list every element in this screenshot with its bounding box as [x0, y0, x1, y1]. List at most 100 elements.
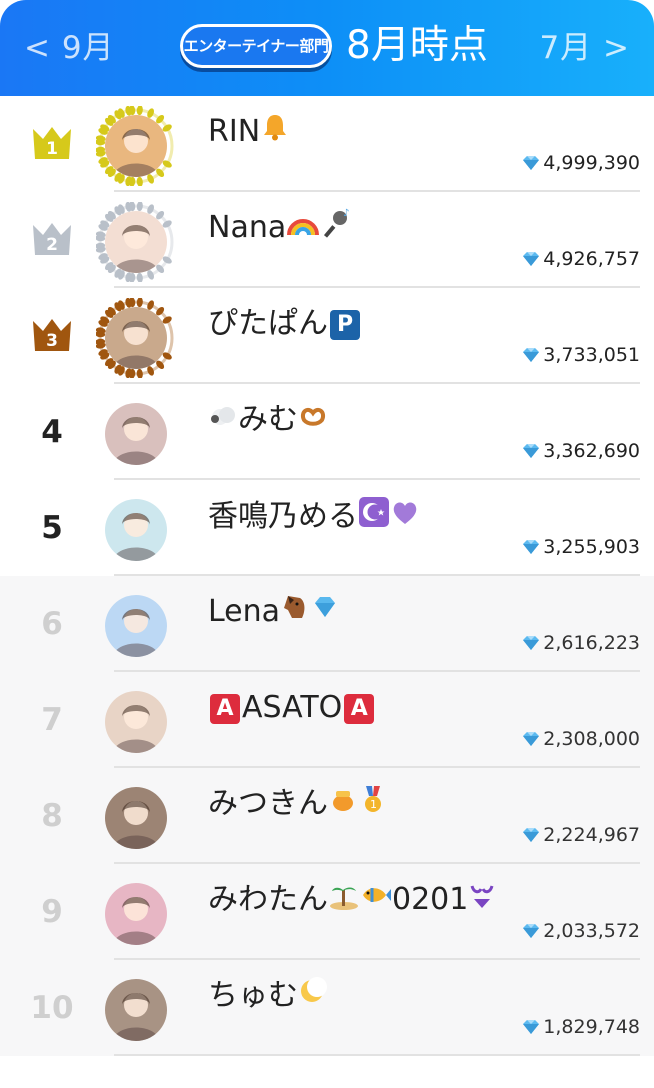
rank-number: 6 [41, 606, 63, 642]
ranking-row[interactable]: 7 A ASATO A 2,308,000 [0, 672, 654, 768]
crown-icon: 2 [31, 221, 73, 257]
user-name-text: みわたん [208, 882, 328, 917]
avatar-image [105, 691, 167, 753]
rank-badge: 3 [0, 288, 104, 384]
ranking-card: < 9月 エンターテイナー部門 8月時点 7月 > 1 RIN 4,999,39… [0, 0, 654, 1088]
score: 3,255,903 [521, 536, 640, 558]
user-name[interactable]: みむ [208, 400, 328, 441]
ranking-row[interactable]: 6 Lena 2,616,223 [0, 576, 654, 672]
user-name-text: RIN [208, 114, 261, 149]
purple-heart-icon [390, 497, 420, 538]
user-name[interactable]: Lena [208, 592, 340, 633]
avatar-image [105, 307, 167, 369]
horse-face-icon [280, 592, 310, 633]
diamond-icon [521, 1019, 543, 1035]
prev-month-button[interactable]: < 9月 [24, 28, 115, 68]
rank-number: 1 [46, 139, 58, 159]
user-name-text: ちゅむ [208, 978, 298, 1013]
ranking-row[interactable]: 9 みわたん 0201 2,033,572 [0, 864, 654, 960]
score: 4,999,390 [521, 152, 640, 174]
rank-number: 3 [46, 331, 58, 351]
diamond-icon [521, 347, 543, 363]
star-and-crescent-icon [358, 496, 390, 539]
score: 3,362,690 [521, 440, 640, 462]
user-name[interactable]: みわたん 0201 [208, 880, 496, 921]
ranking-row[interactable]: 3 ぴたぱん P 3,733,051 [0, 288, 654, 384]
a-button-icon: A [208, 689, 242, 729]
avatar-image [105, 595, 167, 657]
user-name[interactable]: A ASATO A [208, 688, 376, 729]
diamond-icon [521, 443, 543, 459]
rainbow-icon [286, 208, 320, 249]
rank-badge: 2 [0, 192, 104, 288]
user-name[interactable]: みつきん 1 [208, 784, 388, 825]
score: 2,308,000 [521, 728, 640, 750]
score: 2,224,967 [521, 824, 640, 846]
microphone-icon: ♪ [320, 208, 352, 249]
score-value: 1,829,748 [543, 1016, 640, 1038]
avatar[interactable] [96, 778, 176, 858]
ranking-row[interactable]: 5 香鳴乃める 3,255,903 [0, 480, 654, 576]
rank-number: 4 [41, 414, 63, 450]
score-value: 3,362,690 [543, 440, 640, 462]
user-name-text: Nana [208, 210, 287, 245]
category-badge[interactable]: エンターテイナー部門 [180, 24, 332, 68]
ranking-row[interactable]: 1 RIN 4,999,390 [0, 96, 654, 192]
user-name-text: ぴたぱん [208, 306, 328, 341]
user-name-text: Lena [208, 594, 281, 629]
avatar[interactable] [96, 394, 176, 474]
avatar[interactable] [96, 970, 176, 1050]
user-name[interactable]: Nana ♪ [208, 208, 352, 249]
diamond-icon [521, 923, 543, 939]
score: 2,033,572 [521, 920, 640, 942]
avatar-image [105, 115, 167, 177]
user-name[interactable]: ぴたぱん P [208, 304, 362, 345]
ranking-row[interactable]: 8 みつきん 1 2,224,967 [0, 768, 654, 864]
score-value: 2,308,000 [543, 728, 640, 750]
avatar[interactable] [96, 586, 176, 666]
crescent-moon-icon [298, 976, 328, 1017]
rank-number: 9 [41, 894, 63, 930]
avatar[interactable] [96, 874, 176, 954]
user-name-text: みつきん [208, 786, 328, 821]
avatar[interactable] [96, 682, 176, 762]
name-tail: 0201 [392, 882, 469, 917]
ranking-row[interactable]: 4 みむ 3,362,690 [0, 384, 654, 480]
avatar[interactable] [96, 202, 176, 282]
gem-icon [310, 592, 340, 633]
score-value: 4,926,757 [543, 248, 640, 270]
user-name[interactable]: 香鳴乃める [208, 496, 420, 539]
diamond-icon [521, 731, 543, 747]
rank-badge: 1 [0, 96, 104, 192]
user-name[interactable]: RIN [208, 112, 290, 153]
diamond-icon [521, 539, 543, 555]
a-button-icon: A [342, 689, 376, 729]
crown-icon: 1 [31, 125, 73, 161]
user-name[interactable]: ちゅむ [208, 976, 328, 1017]
avatar-image [105, 883, 167, 945]
avatar-image [105, 499, 167, 561]
score-value: 3,733,051 [543, 344, 640, 366]
avatar[interactable] [96, 106, 176, 186]
score-value: 2,033,572 [543, 920, 640, 942]
avatar[interactable] [96, 490, 176, 570]
next-month-button[interactable]: 7月 > [539, 28, 630, 68]
rank-number: 7 [41, 702, 63, 738]
user-name-text: ASATO [242, 690, 343, 725]
ranking-row[interactable]: 2 Nana ♪ 4,926,757 [0, 192, 654, 288]
score-value: 4,999,390 [543, 152, 640, 174]
svg-text:♪: ♪ [343, 208, 349, 219]
bikini-icon [468, 880, 496, 921]
pretzel-icon [298, 400, 328, 441]
score-value: 2,616,223 [543, 632, 640, 654]
ranking-row[interactable]: 10 ちゅむ 1,829,748 [0, 960, 654, 1056]
island-icon [328, 880, 360, 921]
diamond-icon [521, 827, 543, 843]
diamond-icon [521, 635, 543, 651]
user-name-text: 香鳴乃める [208, 499, 358, 534]
tropical-fish-icon [360, 880, 392, 921]
svg-text:1: 1 [370, 798, 377, 811]
diamond-icon [521, 251, 543, 267]
ranking-list: 1 RIN 4,999,390 2 Nana ♪ 4,926,757 3 ぴたぱ… [0, 96, 654, 1056]
avatar[interactable] [96, 298, 176, 378]
